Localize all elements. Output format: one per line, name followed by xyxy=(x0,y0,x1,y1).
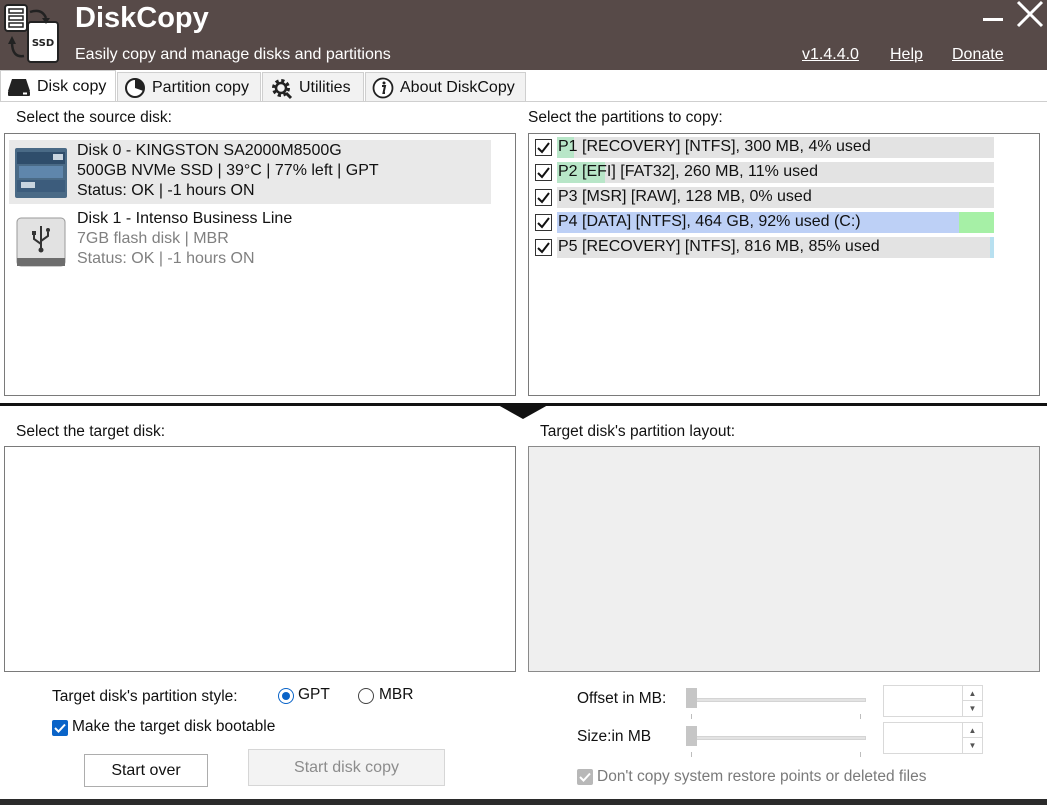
slider-track xyxy=(686,698,866,702)
spin-down-icon[interactable]: ▼ xyxy=(963,701,982,716)
tab-divider xyxy=(0,101,1047,102)
donate-link[interactable]: Donate xyxy=(952,46,1004,64)
app-title: DiskCopy xyxy=(75,2,209,34)
slider-thumb[interactable] xyxy=(686,688,697,708)
tab-partition-copy[interactable]: Partition copy xyxy=(117,72,261,102)
gpt-label: GPT xyxy=(298,686,330,703)
title-bar: SSD DiskCopy Easily copy and manage disk… xyxy=(0,0,1047,70)
mbr-label: MBR xyxy=(379,686,414,703)
partition-free-fill xyxy=(990,237,994,258)
partition-checkbox[interactable] xyxy=(535,214,552,231)
restore-points-checkbox[interactable] xyxy=(577,769,593,785)
partition-style-label: Target disk's partition style: xyxy=(52,688,238,705)
tab-label: About DiskCopy xyxy=(400,78,515,96)
target-layout-label: Target disk's partition layout: xyxy=(540,423,736,440)
bootable-checkbox[interactable] xyxy=(52,720,68,736)
disk-name: Disk 1 - Intenso Business Line xyxy=(77,210,293,227)
partition-free-fill xyxy=(959,212,994,233)
gpt-radio[interactable] xyxy=(278,688,294,704)
partition-text: P4 [DATA] [NTFS], 464 GB, 92% used (C:) xyxy=(558,213,861,230)
restore-points-label: Don't copy system restore points or dele… xyxy=(597,768,927,785)
svg-text:SSD: SSD xyxy=(32,38,54,49)
disk-details: 500GB NVMe SSD | 39°C | 77% left | GPT xyxy=(77,162,379,179)
tab-about[interactable]: About DiskCopy xyxy=(365,72,526,102)
partition-text: P2 [EFI] [FAT32], 260 MB, 11% used xyxy=(558,163,818,180)
app-logo-icon: SSD xyxy=(4,4,59,63)
close-icon[interactable] xyxy=(1014,0,1046,32)
disk-icon xyxy=(8,78,30,96)
tab-utilities[interactable]: Utilities xyxy=(262,72,364,102)
tab-bar: Disk copy Partition copy Utilities About… xyxy=(0,70,1047,102)
slider-thumb[interactable] xyxy=(686,726,697,746)
gear-icon xyxy=(272,78,293,99)
partitions-label: Select the partitions to copy: xyxy=(528,109,723,126)
spin-up-icon[interactable]: ▲ xyxy=(963,723,982,738)
slider-tick xyxy=(691,752,692,757)
size-spinbox[interactable]: ▲ ▼ xyxy=(883,722,983,754)
target-layout-panel xyxy=(528,446,1040,672)
help-link[interactable]: Help xyxy=(890,46,923,64)
check-icon xyxy=(537,217,550,229)
partition-checkbox[interactable] xyxy=(535,139,552,156)
pie-icon xyxy=(125,77,145,98)
slider-tick xyxy=(691,714,692,719)
disk-item-1[interactable]: Disk 1 - Intenso Business Line 7GB flash… xyxy=(9,210,491,274)
check-icon xyxy=(537,142,550,154)
partition-text: P3 [MSR] [RAW], 128 MB, 0% used xyxy=(558,188,812,205)
info-icon xyxy=(372,77,394,98)
partition-text: P5 [RECOVERY] [NTFS], 816 MB, 85% used xyxy=(558,238,880,255)
check-icon xyxy=(537,242,550,254)
slider-tick xyxy=(860,714,861,719)
check-icon xyxy=(537,192,550,204)
source-disk-list[interactable]: Disk 0 - KINGSTON SA2000M8500G 500GB NVM… xyxy=(4,133,516,396)
target-disk-label: Select the target disk: xyxy=(16,423,166,440)
disk-name: Disk 0 - KINGSTON SA2000M8500G xyxy=(77,142,342,159)
partition-checkbox[interactable] xyxy=(535,189,552,206)
slider-track xyxy=(686,736,866,740)
arrow-down-icon xyxy=(498,405,548,419)
spin-down-icon[interactable]: ▼ xyxy=(963,738,982,753)
disk-item-0[interactable]: Disk 0 - KINGSTON SA2000M8500G 500GB NVM… xyxy=(9,140,491,204)
check-icon xyxy=(54,723,66,733)
bootable-label: Make the target disk bootable xyxy=(72,718,276,735)
check-icon xyxy=(537,167,550,179)
target-disk-list[interactable] xyxy=(4,446,516,672)
version-link[interactable]: v1.4.4.0 xyxy=(802,46,859,64)
disk-status: Status: OK | -1 hours ON xyxy=(77,182,255,199)
start-over-button[interactable]: Start over xyxy=(84,754,208,787)
tab-disk-copy[interactable]: Disk copy xyxy=(0,70,116,102)
size-slider[interactable] xyxy=(686,726,868,757)
disk-details: 7GB flash disk | MBR xyxy=(77,230,229,247)
offset-slider[interactable] xyxy=(686,688,868,719)
nvme-ssd-icon xyxy=(15,148,67,198)
background-strip xyxy=(0,799,1047,805)
partition-text: P1 [RECOVERY] [NTFS], 300 MB, 4% used xyxy=(558,138,871,155)
slider-tick xyxy=(860,752,861,757)
offset-spinbox[interactable]: ▲ ▼ xyxy=(883,685,983,717)
partition-list[interactable]: P1 [RECOVERY] [NTFS], 300 MB, 4% used P2… xyxy=(528,133,1040,396)
spin-up-icon[interactable]: ▲ xyxy=(963,686,982,701)
tab-label: Disk copy xyxy=(37,77,107,95)
partition-checkbox[interactable] xyxy=(535,164,552,181)
partition-checkbox[interactable] xyxy=(535,239,552,256)
minimize-icon[interactable] xyxy=(979,0,1011,32)
check-icon xyxy=(579,772,591,782)
disk-status: Status: OK | -1 hours ON xyxy=(77,250,255,267)
tab-label: Utilities xyxy=(299,78,351,96)
start-disk-copy-button[interactable]: Start disk copy xyxy=(248,749,445,786)
usb-drive-icon xyxy=(16,217,66,267)
source-disk-label: Select the source disk: xyxy=(16,109,172,126)
tab-label: Partition copy xyxy=(152,78,249,96)
app-subtitle: Easily copy and manage disks and partiti… xyxy=(75,46,391,63)
mbr-radio[interactable] xyxy=(358,688,374,704)
offset-label: Offset in MB: xyxy=(577,690,667,707)
size-label: Size:in MB xyxy=(577,728,652,745)
